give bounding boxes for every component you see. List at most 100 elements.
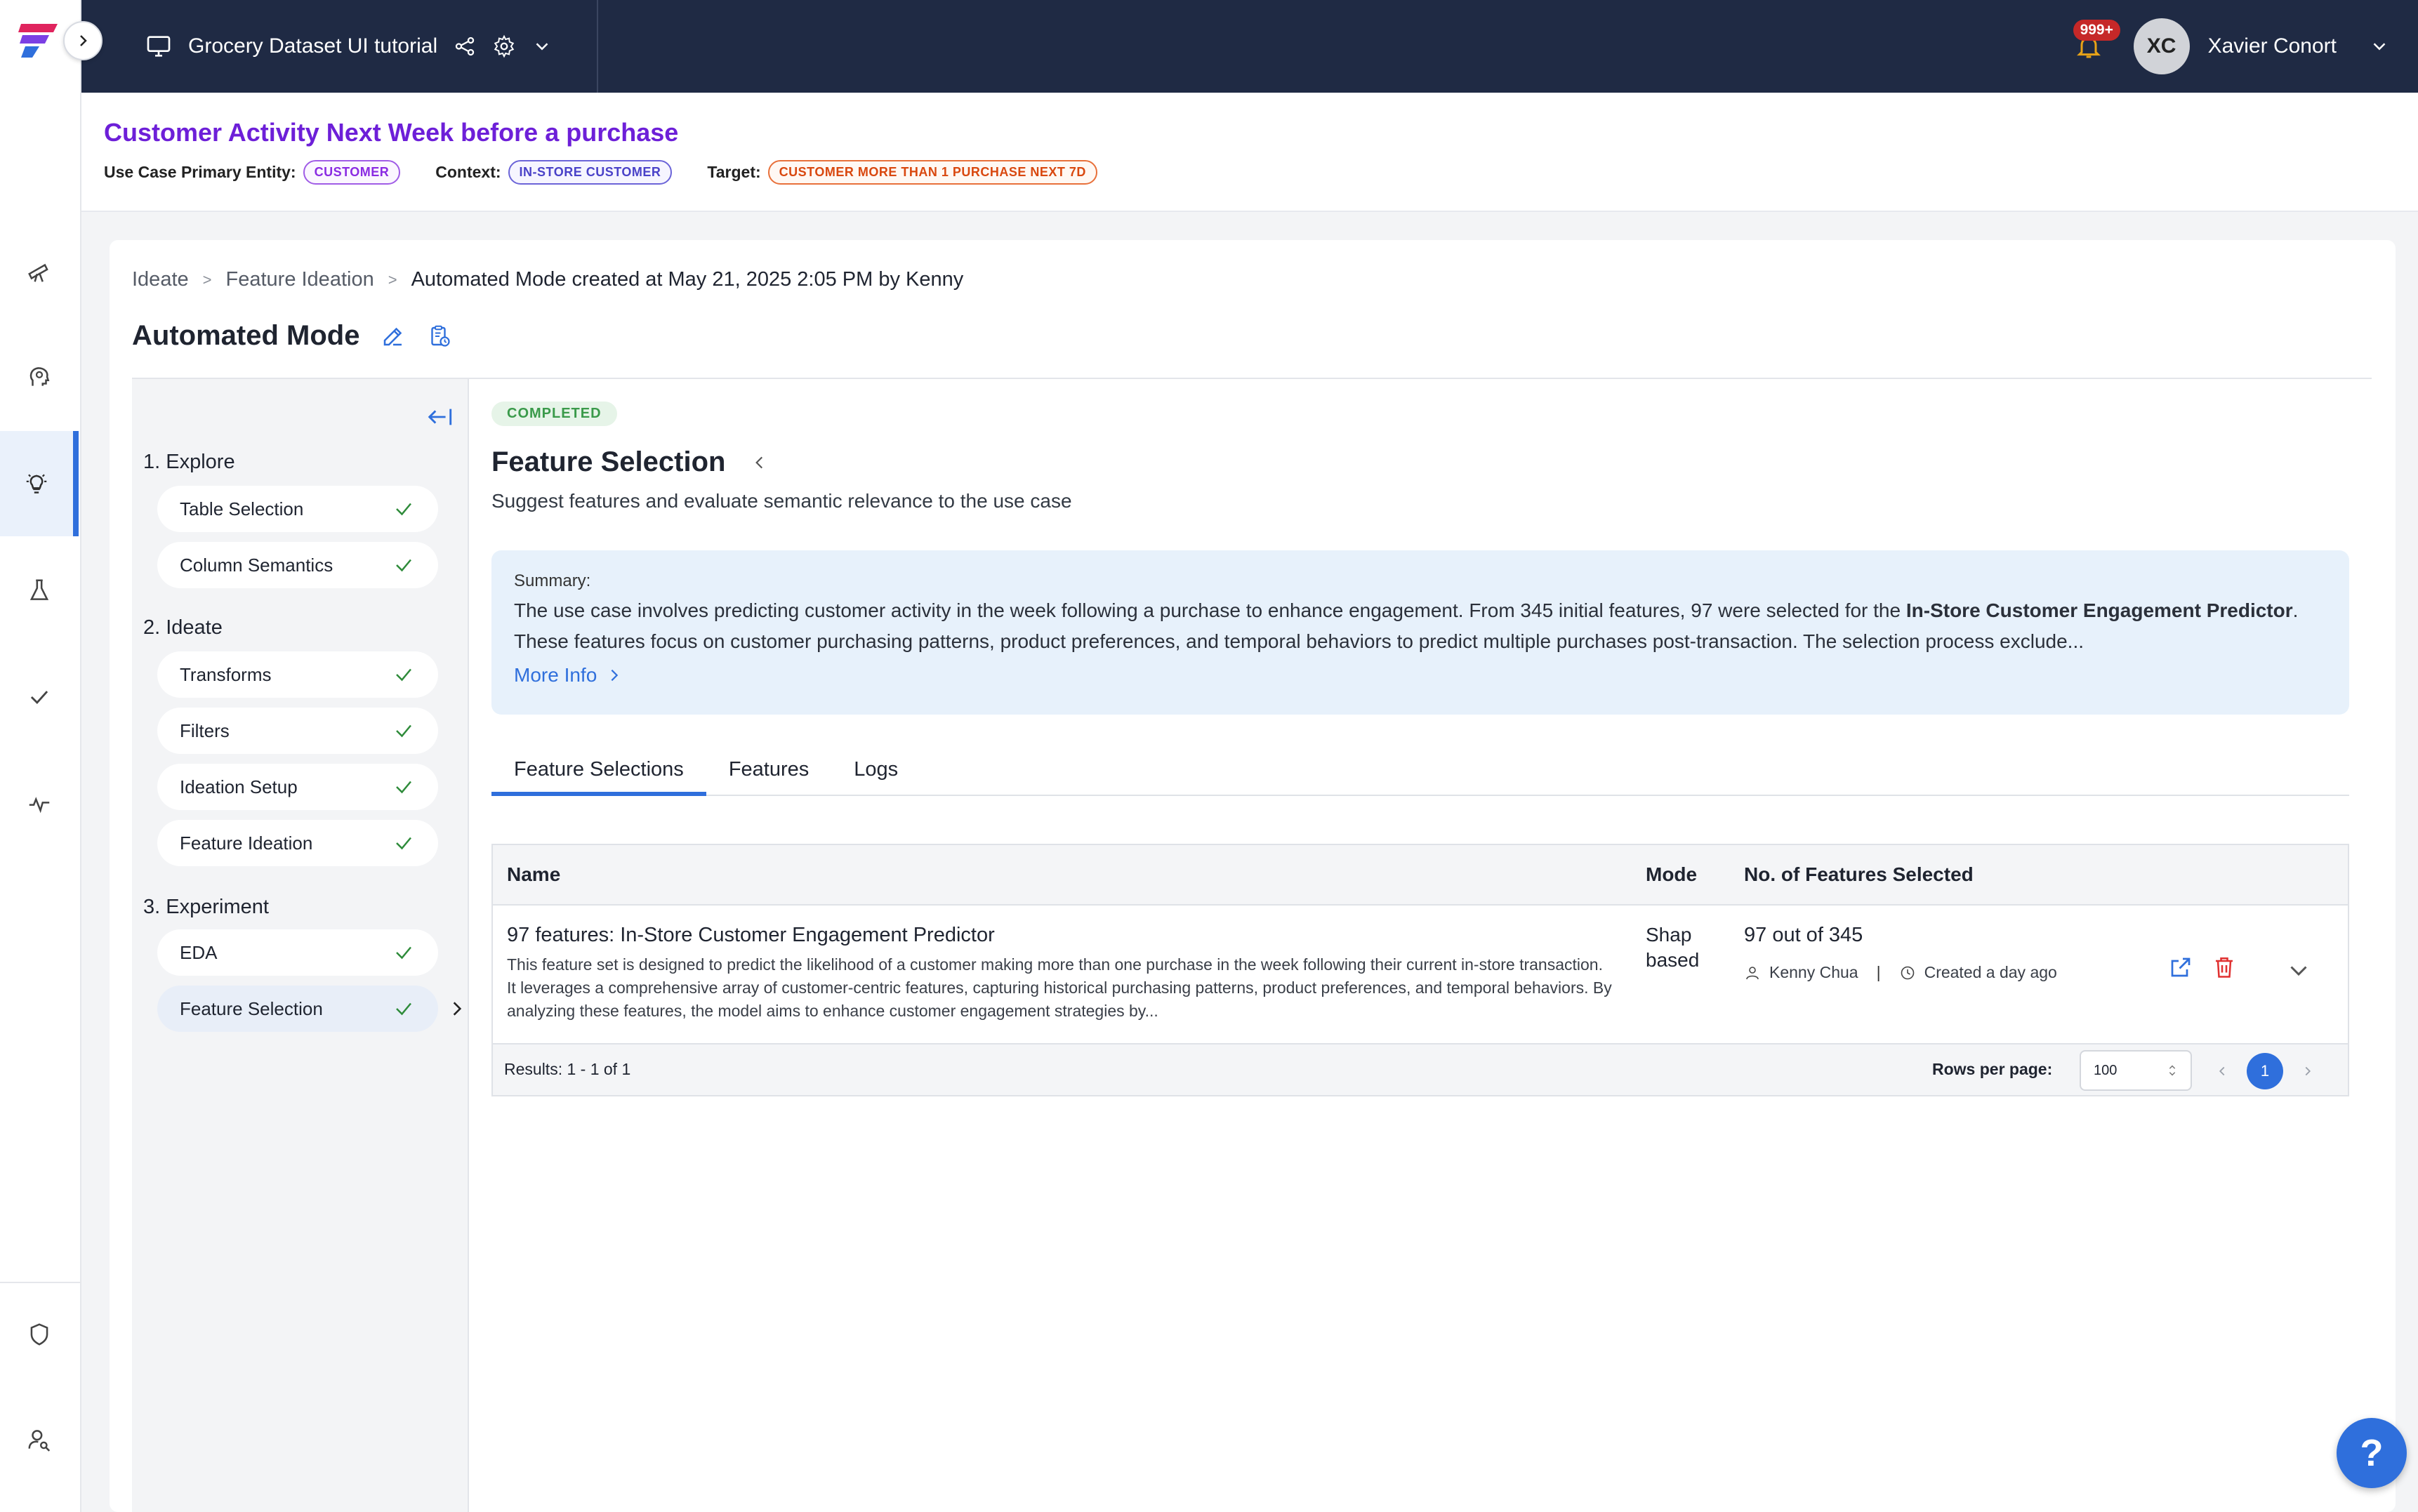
row-mode: Shap based xyxy=(1646,924,1700,971)
summary-text-start: The use case involves predicting custome… xyxy=(514,599,1906,621)
shield-icon xyxy=(30,1323,48,1346)
status-badge: COMPLETED xyxy=(491,402,617,426)
lightbulb-icon xyxy=(26,474,47,493)
target-label: Target: xyxy=(707,163,761,181)
telescope-icon xyxy=(28,263,48,282)
chevron-down-icon[interactable] xyxy=(531,36,553,57)
nav-user-search[interactable] xyxy=(0,1387,79,1492)
nav-experiment[interactable] xyxy=(0,538,79,643)
next-page-icon[interactable] xyxy=(2300,1063,2315,1079)
expand-row-button[interactable] xyxy=(2286,957,2311,986)
nav-explore[interactable] xyxy=(0,219,79,324)
section-title: Feature Selection xyxy=(491,446,726,477)
step-group-explore: 1. Explore xyxy=(143,451,235,473)
tab-feature-selections[interactable]: Feature Selections xyxy=(491,751,706,796)
user-search-icon xyxy=(28,1430,51,1452)
top-bar: Grocery Dataset UI tutorial 999+ XC Xavi… xyxy=(81,0,2418,93)
step-label: Feature Selection xyxy=(180,997,323,1019)
tab-features[interactable]: Features xyxy=(706,751,831,796)
step-label: Column Semantics xyxy=(180,554,333,576)
check-icon xyxy=(30,691,48,704)
nav-security[interactable] xyxy=(0,1282,79,1387)
share-icon[interactable] xyxy=(453,34,477,58)
rows-per-page-label: Rows per page: xyxy=(1932,1060,2053,1078)
target-chip[interactable]: CUSTOMER MORE THAN 1 PURCHASE NEXT 7D xyxy=(767,160,1097,185)
breadcrumb-item-ideate[interactable]: Ideate xyxy=(132,268,189,291)
monitor-icon xyxy=(147,36,171,57)
step-label: Feature Ideation xyxy=(180,832,313,854)
main-card: Ideate > Feature Ideation > Automated Mo… xyxy=(110,240,2396,1512)
step-table-selection[interactable]: Table Selection xyxy=(157,486,438,532)
step-group-ideate: 2. Ideate xyxy=(143,616,223,639)
help-button[interactable]: ? xyxy=(2337,1418,2407,1488)
context-label: Context: xyxy=(435,163,501,181)
nav-ideate-brain[interactable] xyxy=(0,324,79,430)
context-chip[interactable]: IN-STORE CUSTOMER xyxy=(508,160,673,185)
meta-divider: | xyxy=(1876,963,1881,981)
nav-monitor[interactable] xyxy=(0,751,79,856)
step-column-semantics[interactable]: Column Semantics xyxy=(157,542,438,588)
app-logo[interactable] xyxy=(18,18,60,60)
section-subtitle: Suggest features and evaluate semantic r… xyxy=(491,490,1072,512)
project-name: Grocery Dataset UI tutorial xyxy=(188,34,438,58)
notifications-button[interactable]: 999+ xyxy=(2068,20,2120,67)
rows-per-page-select[interactable]: 100 xyxy=(2080,1050,2192,1091)
active-step-indicator xyxy=(448,998,466,1023)
avatar[interactable]: XC xyxy=(2133,18,2190,74)
steps-sidebar: 1. Explore Table Selection Column Semant… xyxy=(132,379,469,1512)
use-case-title[interactable]: Customer Activity Next Week before a pur… xyxy=(104,118,678,147)
step-eda[interactable]: EDA xyxy=(157,929,438,976)
column-header-mode[interactable]: Mode xyxy=(1646,863,1697,886)
tabs: Feature Selections Features Logs xyxy=(491,751,2349,796)
edit-icon[interactable] xyxy=(381,324,406,349)
chevron-left-icon[interactable] xyxy=(751,453,769,472)
step-group-experiment: 3. Experiment xyxy=(143,896,269,918)
page-title-row: Automated Mode xyxy=(132,320,452,352)
chevron-right-icon xyxy=(611,669,619,682)
step-ideation-setup[interactable]: Ideation Setup xyxy=(157,764,438,810)
collapse-steps-button[interactable] xyxy=(425,406,454,432)
row-actions xyxy=(2168,955,2237,980)
brain-head-icon xyxy=(29,367,50,386)
table-row[interactable]: 97 features: In-Store Customer Engagemen… xyxy=(493,906,2348,1043)
step-feature-ideation[interactable]: Feature Ideation xyxy=(157,820,438,866)
step-filters[interactable]: Filters xyxy=(157,708,438,754)
prev-page-icon[interactable] xyxy=(2214,1063,2230,1079)
check-icon xyxy=(396,724,411,738)
chevron-down-icon[interactable] xyxy=(2369,36,2390,57)
breadcrumb-separator: > xyxy=(388,270,397,289)
row-meta: Kenny Chua | Created a day ago xyxy=(1744,963,2057,982)
row-description: This feature set is designed to predict … xyxy=(507,955,1612,1020)
breadcrumb-item-feature-ideation[interactable]: Feature Ideation xyxy=(226,268,374,291)
project-selector[interactable]: Grocery Dataset UI tutorial xyxy=(145,0,553,93)
step-transforms[interactable]: Transforms xyxy=(157,651,438,698)
more-info-label: More Info xyxy=(514,664,597,686)
row-name[interactable]: 97 features: In-Store Customer Engagemen… xyxy=(507,924,995,947)
column-header-name[interactable]: Name xyxy=(507,863,560,886)
tab-logs[interactable]: Logs xyxy=(831,751,920,796)
clipboard-clock-icon[interactable] xyxy=(427,324,452,349)
step-feature-selection[interactable]: Feature Selection xyxy=(157,986,438,1032)
more-info-link[interactable]: More Info xyxy=(514,664,2327,687)
user-icon xyxy=(1746,966,1759,979)
gear-icon[interactable] xyxy=(492,34,516,58)
user-name[interactable]: Xavier Conort xyxy=(2208,34,2337,58)
nav-ideation[interactable] xyxy=(0,431,79,536)
summary-text: The use case involves predicting custome… xyxy=(514,595,2325,657)
row-count: 97 out of 345 xyxy=(1744,924,1863,946)
nav-approve[interactable] xyxy=(0,644,79,750)
entity-chip[interactable]: CUSTOMER xyxy=(303,160,401,185)
page-title: Automated Mode xyxy=(132,320,360,351)
column-header-count[interactable]: No. of Features Selected xyxy=(1744,863,1974,886)
table-footer: Results: 1 - 1 of 1 Rows per page: 100 1 xyxy=(493,1043,2348,1095)
page-button-current[interactable]: 1 xyxy=(2247,1053,2283,1089)
table-header: Name Mode No. of Features Selected xyxy=(493,845,2348,906)
step-label: Transforms xyxy=(180,663,272,685)
trash-icon[interactable] xyxy=(2212,955,2237,980)
external-link-icon[interactable] xyxy=(2168,955,2193,980)
expand-sidebar-button[interactable] xyxy=(63,21,103,60)
summary-highlight: In-Store Customer Engagement Predictor xyxy=(1905,599,2293,621)
breadcrumb-current: Automated Mode created at May 21, 2025 2… xyxy=(411,268,964,291)
user-area: 999+ XC Xavier Conort xyxy=(2068,0,2390,93)
notification-badge: 999+ xyxy=(2073,20,2120,41)
